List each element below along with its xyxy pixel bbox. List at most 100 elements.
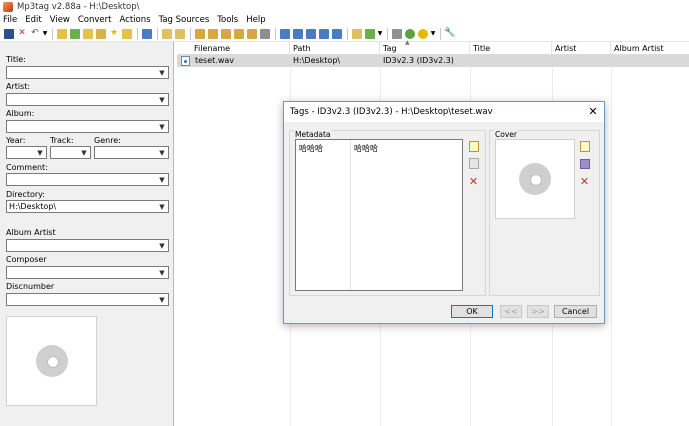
close-icon[interactable]: ✕: [586, 105, 600, 119]
text-file-tag-icon[interactable]: [233, 28, 245, 40]
folder-open-icon[interactable]: [121, 28, 133, 40]
column-header-album-artist[interactable]: Album Artist: [611, 42, 689, 55]
chevron-down-icon[interactable]: ▼: [156, 67, 168, 78]
tag-panel: Title: ▼ Artist: ▼ Album: ▼ Year: Track:…: [0, 42, 174, 426]
chevron-down-icon[interactable]: ▼: [156, 294, 168, 305]
change-dir-icon[interactable]: [56, 28, 68, 40]
delete-icon[interactable]: ✕: [16, 28, 28, 40]
album-field[interactable]: ▼: [6, 120, 169, 133]
chevron-down-icon[interactable]: ▼: [34, 147, 46, 158]
metadata-field[interactable]: 哈哈哈: [299, 143, 323, 154]
directory-value: H:\Desktop\: [9, 202, 57, 211]
cover-art[interactable]: [6, 316, 97, 406]
export-icon[interactable]: [331, 28, 343, 40]
filename-filename-icon[interactable]: [220, 28, 232, 40]
playlist-icon[interactable]: [391, 28, 403, 40]
column-header-tag[interactable]: Tag: [380, 42, 470, 55]
composer-field[interactable]: ▼: [6, 266, 169, 279]
add-cover-icon[interactable]: [578, 140, 591, 153]
artist-field[interactable]: ▼: [6, 93, 169, 106]
directory-field[interactable]: H:\Desktop\ ▼: [6, 200, 169, 213]
comment-label: Comment:: [6, 163, 48, 172]
autonumber-icon[interactable]: [259, 28, 271, 40]
folder-icon[interactable]: [82, 28, 94, 40]
folder-save-icon[interactable]: [95, 28, 107, 40]
chevron-down-icon[interactable]: ▼: [156, 121, 168, 132]
toolbar-separator: [190, 27, 191, 40]
id3-icon[interactable]: [292, 28, 304, 40]
chevron-down-icon[interactable]: ▼: [156, 174, 168, 185]
undo-dropdown-icon[interactable]: ▼: [42, 28, 48, 40]
menu-actions[interactable]: Actions: [120, 15, 151, 25]
column-header-filename[interactable]: Filename: [191, 42, 290, 55]
filename-to-tag-icon[interactable]: [207, 28, 219, 40]
album-artist-label: Album Artist: [6, 228, 56, 237]
metadata-value[interactable]: 哈哈哈: [354, 143, 378, 154]
options-icon[interactable]: 🔧: [444, 28, 456, 40]
tag-tag-icon[interactable]: [246, 28, 258, 40]
case-icon[interactable]: [351, 28, 363, 40]
title-field[interactable]: ▼: [6, 66, 169, 79]
edit-tag-icon[interactable]: [279, 28, 291, 40]
add-field-icon[interactable]: [467, 140, 480, 153]
tag-sources-dropdown-icon[interactable]: ▼: [430, 28, 436, 40]
ok-button[interactable]: OK: [451, 305, 493, 318]
undo-icon[interactable]: ↶: [29, 28, 41, 40]
track-field[interactable]: ▼: [50, 146, 91, 159]
cell-title: [470, 55, 473, 67]
title-bar: Mp3tag v2.88a - H:\Desktop\: [0, 0, 689, 13]
edit-field-icon[interactable]: [467, 157, 480, 170]
toolbar-separator: [275, 27, 276, 40]
column-header-path[interactable]: Path: [290, 42, 380, 55]
toolbar-separator: [157, 27, 158, 40]
menu-edit[interactable]: Edit: [25, 15, 41, 25]
copy-tag-icon[interactable]: [161, 28, 173, 40]
paste-tag-icon[interactable]: [174, 28, 186, 40]
column-header-artist[interactable]: Artist: [552, 42, 611, 55]
save-icon[interactable]: [3, 28, 15, 40]
toolbar-separator: [52, 27, 53, 40]
add-dir-icon[interactable]: [69, 28, 81, 40]
metadata-list[interactable]: 哈哈哈 哈哈哈: [295, 139, 463, 291]
audio-file-icon: [181, 56, 190, 66]
id3-all-icon[interactable]: [318, 28, 330, 40]
chevron-down-icon[interactable]: ▼: [156, 240, 168, 251]
column-header-title[interactable]: Title: [470, 42, 552, 55]
actions-icon[interactable]: [364, 28, 376, 40]
comment-field[interactable]: ▼: [6, 173, 169, 186]
menu-file[interactable]: File: [3, 15, 17, 25]
chevron-down-icon[interactable]: ▼: [78, 147, 90, 158]
dialog-cover-art[interactable]: [495, 139, 575, 219]
chevron-down-icon[interactable]: ▼: [156, 201, 168, 212]
cover-label: Cover: [494, 130, 518, 139]
menu-convert[interactable]: Convert: [78, 15, 112, 25]
previous-button[interactable]: <<: [500, 305, 522, 318]
next-button[interactable]: >>: [527, 305, 549, 318]
chevron-down-icon[interactable]: ▼: [156, 147, 168, 158]
remove-field-icon[interactable]: ✕: [467, 175, 480, 188]
actions-dropdown-icon[interactable]: ▼: [377, 28, 383, 40]
web-icon[interactable]: [404, 28, 416, 40]
favorite-icon[interactable]: ★: [108, 28, 120, 40]
toolbar-separator: [440, 27, 441, 40]
id3v2-icon[interactable]: [305, 28, 317, 40]
menu-view[interactable]: View: [50, 15, 70, 25]
web-dropdown-icon[interactable]: [417, 28, 429, 40]
track-label: Track:: [50, 136, 74, 145]
cancel-button[interactable]: Cancel: [554, 305, 597, 318]
chevron-down-icon[interactable]: ▼: [156, 94, 168, 105]
select-all-icon[interactable]: [141, 28, 153, 40]
year-field[interactable]: ▼: [6, 146, 47, 159]
tag-to-filename-icon[interactable]: [194, 28, 206, 40]
save-cover-icon[interactable]: [578, 157, 591, 170]
metadata-label: Metadata: [294, 130, 332, 139]
menu-tools[interactable]: Tools: [217, 15, 238, 25]
menu-help[interactable]: Help: [246, 15, 265, 25]
chevron-down-icon[interactable]: ▼: [156, 267, 168, 278]
genre-field[interactable]: ▼: [94, 146, 169, 159]
remove-cover-icon[interactable]: ✕: [578, 175, 591, 188]
discnumber-field[interactable]: ▼: [6, 293, 169, 306]
menu-tag-sources[interactable]: Tag Sources: [159, 15, 210, 25]
album-artist-field[interactable]: ▼: [6, 239, 169, 252]
table-row[interactable]: teset.wav H:\Desktop\ ID3v2.3 (ID3v2.3): [177, 55, 689, 67]
